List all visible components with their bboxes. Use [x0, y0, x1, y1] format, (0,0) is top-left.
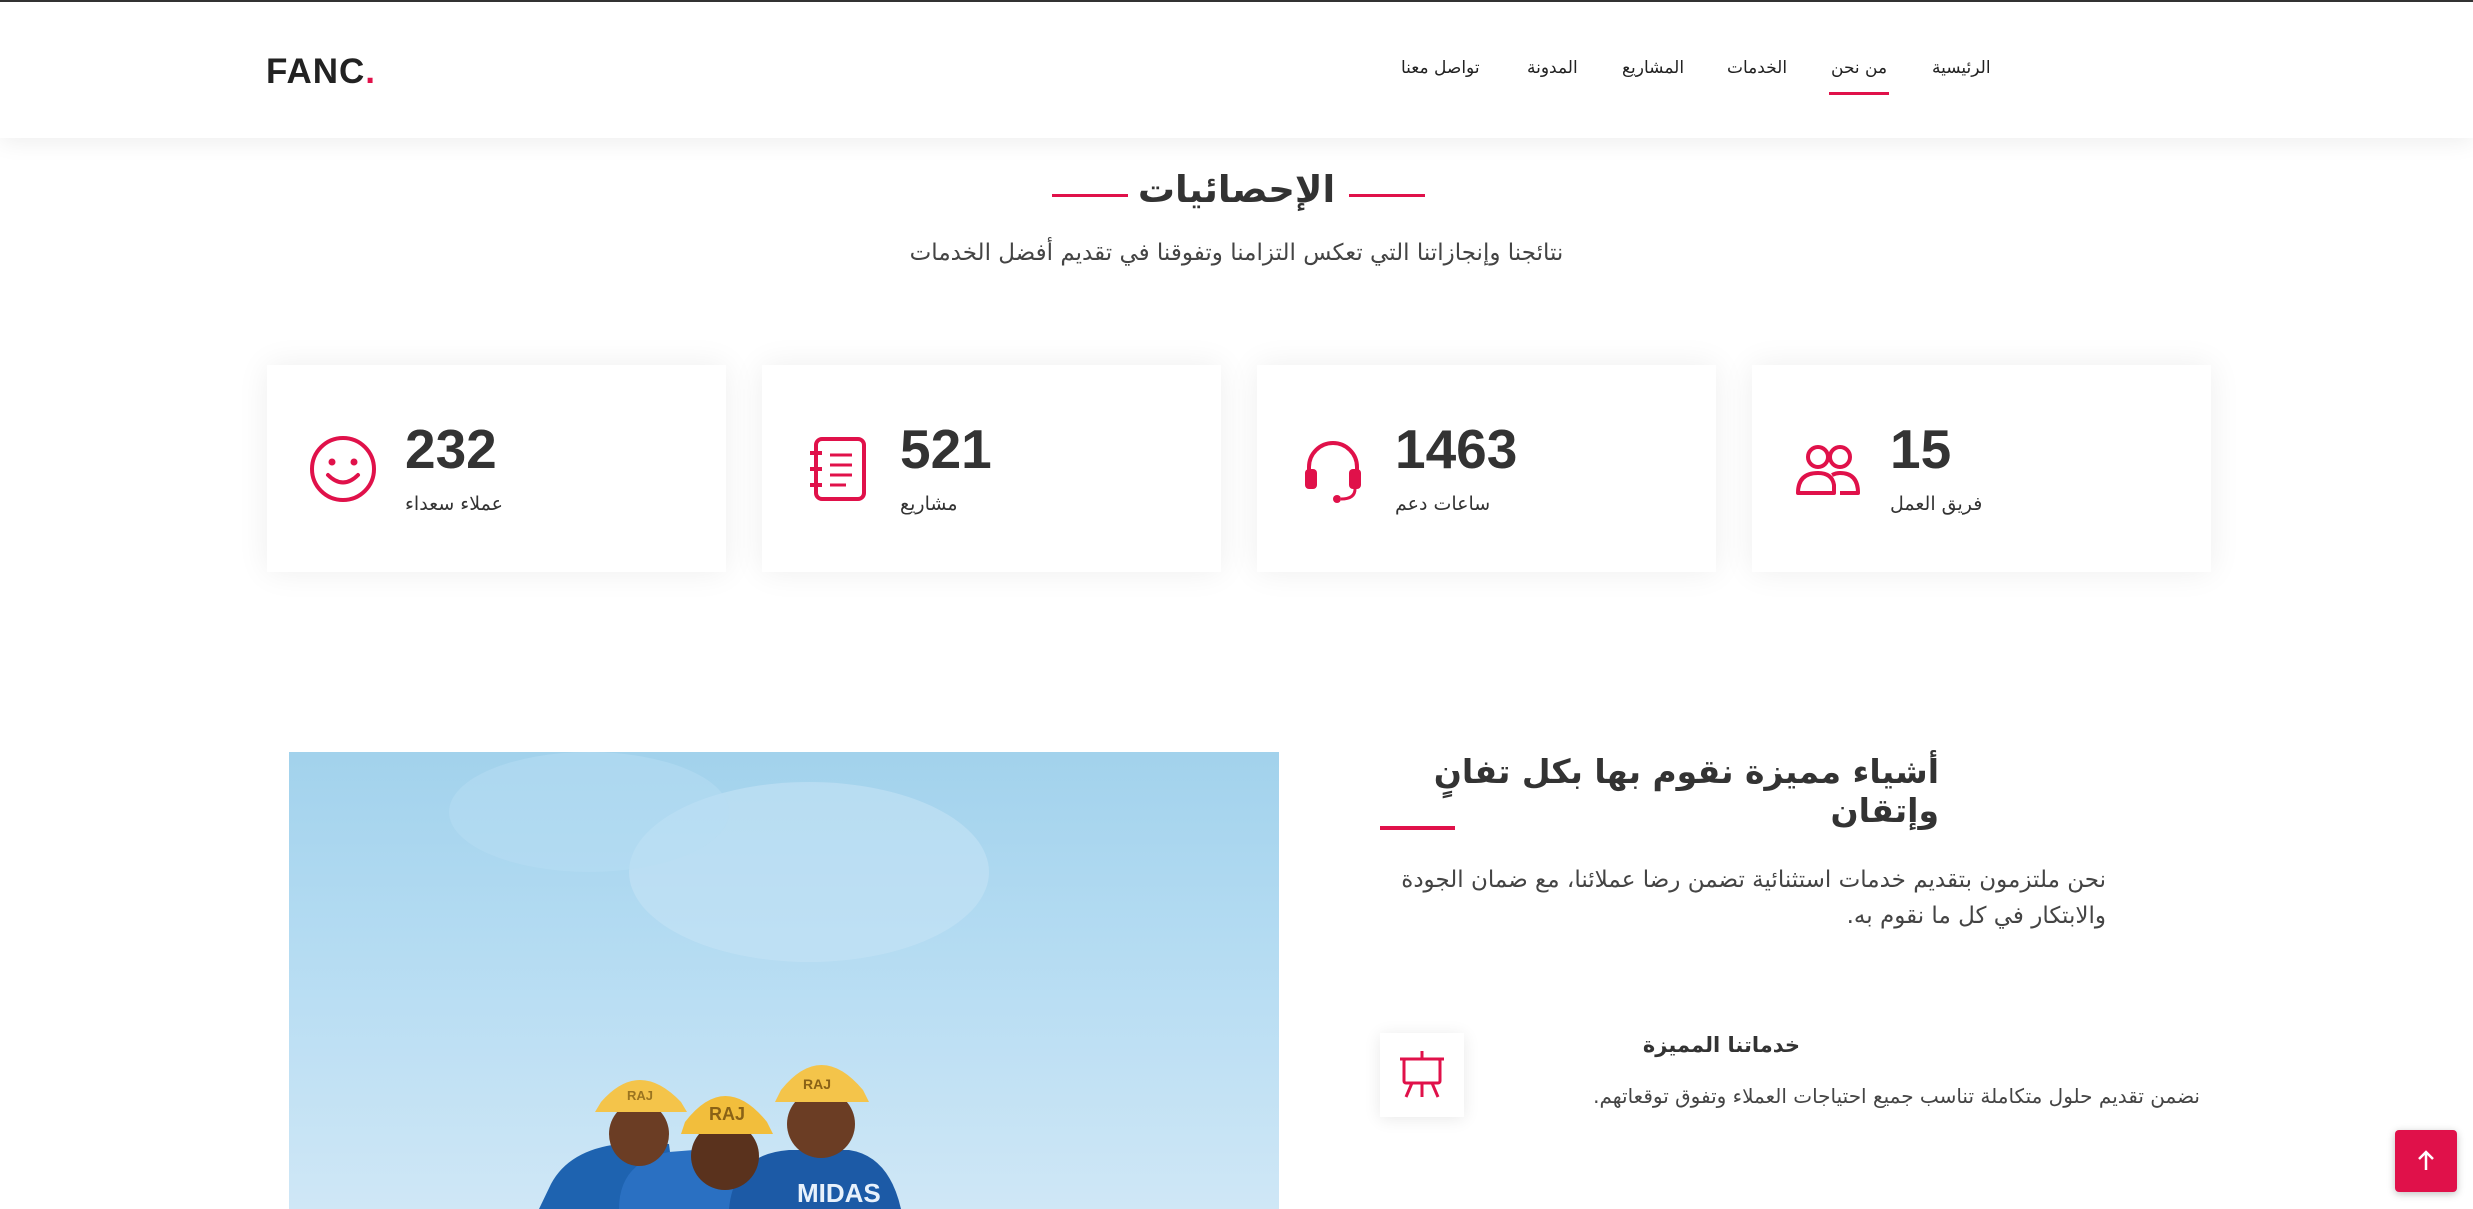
stat-value: 521: [900, 418, 992, 480]
logo-dot: .: [365, 52, 377, 91]
service-icon-box: [1380, 1033, 1464, 1117]
stat-card-clients: 232 عملاء سعداء: [267, 365, 726, 572]
stat-label: ساعات دعم: [1395, 493, 1491, 515]
helmet-text-1: RAJ: [627, 1088, 653, 1103]
nav-blog[interactable]: المدونة: [1527, 58, 1578, 78]
workers-illustration: MIDAS RAJ RAJ RAJ: [449, 752, 989, 1209]
stats-subtitle: نتائجنا وإنجازاتنا التي تعكس التزامنا وت…: [909, 240, 1564, 266]
nav-about[interactable]: من نحن: [1828, 58, 1890, 95]
logo[interactable]: FANC.: [266, 52, 376, 92]
service-title: خدماتنا المميزة: [1642, 1033, 1800, 1057]
people-icon: [1796, 445, 1860, 495]
stats-title: الإحصائيات: [1137, 168, 1336, 211]
headset-icon: [1305, 441, 1361, 503]
easel-icon: [1400, 1051, 1444, 1098]
service-description: نضمن تقديم حلول متكاملة تناسب جميع احتيا…: [1593, 1084, 2200, 1108]
stat-card-team: 15 فريق العمل: [1752, 365, 2211, 572]
stat-value: 15: [1890, 418, 1952, 480]
stat-card-projects: 521 مشاريع: [762, 365, 1221, 572]
nav-projects[interactable]: المشاريع: [1622, 58, 1684, 78]
stat-value: 1463: [1395, 418, 1518, 480]
smile-icon: [310, 436, 376, 502]
site-header: FANC. الرئيسية من نحن الخدمات المشاريع ا…: [0, 0, 2473, 138]
arrow-up-icon: [2418, 1150, 2434, 1170]
stat-label: عملاء سعداء: [405, 493, 503, 515]
features-description: نحن ملتزمون بتقديم خدمات استثنائية تضمن …: [1401, 867, 2106, 929]
features-title: أشياء مميزة نقوم بها بكل تفانٍ وإتقان: [1433, 752, 1939, 830]
helmet-text-2: RAJ: [709, 1104, 745, 1124]
section-title-wrap: الإحصائيات: [0, 168, 2473, 211]
stat-card-support: 1463 ساعات دعم: [1257, 365, 1716, 572]
nav-home[interactable]: الرئيسية: [1932, 58, 1991, 78]
nav-contact[interactable]: تواصل معنا: [1401, 58, 1480, 78]
stat-label: فريق العمل: [1890, 493, 1983, 515]
stat-value: 232: [405, 418, 497, 480]
main-nav: الرئيسية من نحن الخدمات المشاريع المدونة…: [1390, 58, 1991, 98]
shirt-text: MIDAS: [797, 1178, 881, 1208]
journal-icon: [810, 437, 866, 501]
stat-label: مشاريع: [900, 493, 958, 515]
features-title-underline: [1380, 826, 1455, 830]
logo-text: FANC: [266, 52, 366, 91]
workers-photo: MIDAS RAJ RAJ RAJ: [289, 752, 1279, 1209]
back-to-top-button[interactable]: [2395, 1130, 2457, 1192]
helmet-text-3: RAJ: [803, 1076, 831, 1092]
nav-services[interactable]: الخدمات: [1727, 58, 1787, 78]
